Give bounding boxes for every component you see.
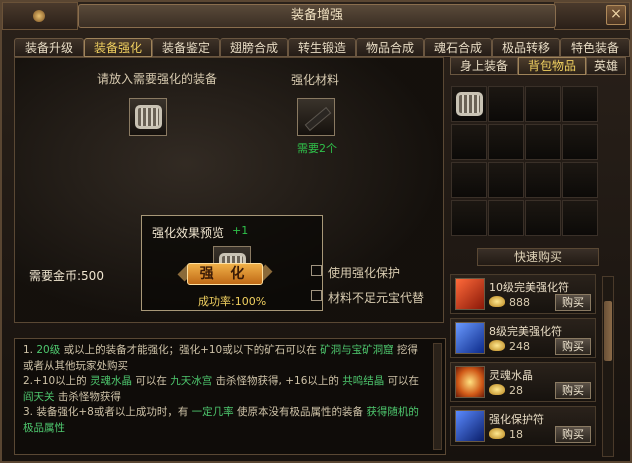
bag-slot[interactable] — [451, 86, 487, 122]
bag-slot[interactable] — [562, 124, 598, 160]
quick-buy-list: 10级完美强化符 888 购买 8级完美强化符 248 购买 灵魂水晶 28 购… — [450, 274, 598, 457]
yuanbao-icon — [489, 384, 505, 395]
gem-icon — [33, 10, 45, 22]
description-scrollbar[interactable] — [433, 343, 442, 450]
talisman-icon — [455, 322, 485, 354]
bag-slot[interactable] — [562, 162, 598, 198]
list-item: 强化保护符 18 购买 — [450, 406, 596, 446]
item-price: 248 — [509, 340, 530, 353]
rule-line-3: 3. 装备强化+8或者以上成功时，有 一定几率 使原本没有极品属性的装备 获得随… — [23, 406, 419, 434]
protection-talisman-icon — [455, 410, 485, 442]
title-ornament-left — [2, 2, 78, 30]
bag-slot[interactable] — [451, 200, 487, 236]
success-rate: 成功率:100% — [198, 295, 267, 308]
yuanbao-icon — [489, 428, 505, 439]
tab-wing-synth[interactable]: 翅膀合成 — [220, 38, 288, 57]
tab-equip-identify[interactable]: 装备鉴定 — [152, 38, 220, 57]
item-price: 28 — [509, 384, 523, 397]
bag-grid — [449, 80, 605, 240]
buy-button[interactable]: 购买 — [555, 382, 591, 399]
tab-bag-items[interactable]: 背包物品 — [518, 57, 586, 75]
list-item: 灵魂水晶 28 购买 — [450, 362, 596, 402]
material-need-count: 需要2个 — [297, 142, 337, 155]
window-title: 装备增强 — [78, 4, 556, 28]
bag-slot[interactable] — [488, 86, 524, 122]
bag-slot[interactable] — [488, 124, 524, 160]
material-slot[interactable] — [297, 98, 335, 136]
close-icon[interactable]: × — [606, 5, 626, 25]
rules-description: 1. 20级 或以上的装备才能强化；强化+10或以下的矿石可以在 矿洞与宝矿洞窟… — [14, 338, 446, 455]
tab-equip-strengthen[interactable]: 装备强化 — [84, 38, 152, 57]
bag-slot[interactable] — [488, 162, 524, 198]
tab-soulstone-synth[interactable]: 魂石合成 — [424, 38, 492, 57]
material-label: 强化材料 — [291, 73, 340, 87]
yuanbao-icon — [489, 340, 505, 351]
talisman-icon — [455, 278, 485, 310]
item-name: 灵魂水晶 — [489, 369, 533, 382]
bag-slot[interactable] — [525, 162, 561, 198]
ring-icon — [456, 92, 483, 116]
bag-slot[interactable] — [525, 200, 561, 236]
tab-item-synth[interactable]: 物品合成 — [356, 38, 424, 57]
list-item: 8级完美强化符 248 购买 — [450, 318, 596, 358]
equipment-slot[interactable] — [129, 98, 167, 136]
buy-button[interactable]: 购买 — [555, 294, 591, 311]
list-item: 10级完美强化符 888 购买 — [450, 274, 596, 314]
yuanbao-label: 材料不足元宝代替 — [328, 291, 425, 305]
tab-hero[interactable]: 英雄 — [586, 57, 626, 75]
preview-bonus: +1 — [232, 224, 249, 237]
item-name: 强化保护符 — [489, 413, 544, 426]
buy-button[interactable]: 购买 — [555, 338, 591, 355]
item-price: 18 — [509, 428, 523, 441]
protect-label: 使用强化保护 — [328, 266, 401, 280]
gold-required: 需要金币:500 — [29, 269, 104, 283]
strengthen-button[interactable]: 强 化 — [187, 263, 263, 285]
bag-slot[interactable] — [451, 162, 487, 198]
tab-worn-equipment[interactable]: 身上装备 — [450, 57, 518, 75]
scrollbar-thumb[interactable] — [604, 301, 612, 361]
rule-line-1: 1. 20级 或以上的装备才能强化；强化+10或以下的矿石可以在 矿洞与宝矿洞窟… — [23, 344, 418, 372]
bag-slot[interactable] — [562, 200, 598, 236]
tab-equip-upgrade[interactable]: 装备升级 — [14, 38, 84, 57]
tab-rebirth-forge[interactable]: 转生锻造 — [288, 38, 356, 57]
bag-slot[interactable] — [525, 124, 561, 160]
yuanbao-icon — [489, 296, 505, 307]
item-name: 10级完美强化符 — [489, 281, 569, 294]
protect-checkbox[interactable] — [311, 265, 322, 276]
bag-slot[interactable] — [525, 86, 561, 122]
tab-special-equip[interactable]: 特色装备 — [560, 38, 630, 57]
yuanbao-checkbox[interactable] — [311, 290, 322, 301]
shop-scrollbar[interactable] — [602, 276, 614, 457]
item-price: 888 — [509, 296, 530, 309]
item-name: 8级完美强化符 — [489, 325, 562, 338]
bag-slot[interactable] — [451, 124, 487, 160]
rule-line-2: 2.+10以上的 灵魂水晶 可以在 九天冰宫 击杀怪物获得, +16以上的 共鸣… — [23, 375, 420, 403]
soul-crystal-icon — [455, 366, 485, 398]
quick-buy-header: 快速购买 — [477, 248, 599, 266]
bag-slot[interactable] — [562, 86, 598, 122]
ore-icon — [304, 106, 332, 132]
preview-title: 强化效果预览 — [152, 226, 225, 240]
tab-best-transfer[interactable]: 极品转移 — [492, 38, 560, 57]
place-equipment-hint: 请放入需要强化的装备 — [97, 72, 218, 86]
ring-icon — [135, 105, 162, 129]
buy-button[interactable]: 购买 — [555, 426, 591, 443]
bag-slot[interactable] — [488, 200, 524, 236]
